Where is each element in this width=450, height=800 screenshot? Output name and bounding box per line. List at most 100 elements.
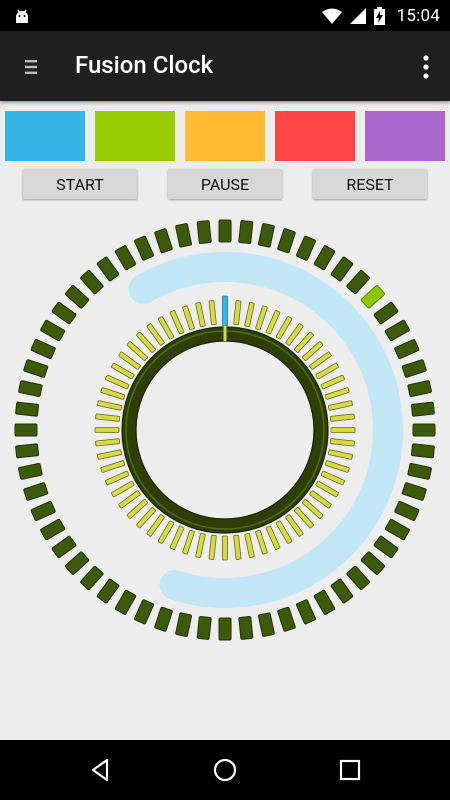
color-swatch-green[interactable]: [95, 111, 175, 161]
outer-tick: [218, 219, 232, 243]
battery-charging-icon: [373, 6, 385, 25]
inner-tick: [111, 480, 135, 498]
outer-tick: [410, 401, 435, 417]
inner-tick: [315, 362, 339, 380]
center-ring: [122, 327, 328, 533]
inner-tick: [195, 302, 206, 328]
inner-tick: [330, 427, 356, 433]
outer-tick: [154, 228, 173, 254]
outer-tick: [114, 245, 137, 271]
color-swatch-red[interactable]: [275, 111, 355, 161]
inner-tick: [94, 427, 120, 433]
inner-tick: [265, 525, 281, 550]
color-swatch-orange[interactable]: [185, 111, 265, 161]
outer-tick: [196, 220, 212, 245]
overflow-menu-icon[interactable]: [416, 53, 436, 81]
outer-tick: [346, 565, 370, 590]
outer-tick: [313, 589, 336, 615]
inner-tick: [208, 300, 217, 326]
inner-tick: [320, 374, 345, 390]
outer-tick: [96, 578, 120, 604]
outer-tick: [295, 235, 316, 261]
outer-tick: [313, 245, 336, 271]
outer-tick: [14, 423, 38, 437]
reset-button[interactable]: RESET: [313, 169, 427, 199]
inner-tick: [208, 534, 217, 560]
inner-tick: [324, 460, 350, 473]
inner-tick: [195, 532, 206, 558]
outer-tick: [401, 482, 427, 501]
inner-tick: [111, 362, 135, 380]
drawer-menu-icon[interactable]: [20, 55, 44, 79]
outer-tick: [175, 223, 193, 248]
inner-tick: [182, 529, 195, 555]
app-bar: Fusion Clock: [0, 31, 450, 101]
inner-tick: [265, 310, 281, 335]
outer-tick: [30, 339, 56, 360]
outer-tick: [394, 500, 420, 521]
home-icon[interactable]: [209, 754, 241, 786]
outer-tick: [360, 551, 385, 575]
inner-tick: [255, 305, 268, 331]
outer-tick: [65, 551, 90, 575]
inner-tick: [100, 387, 126, 400]
inner-tick: [222, 535, 228, 561]
fusion-clock-face: [14, 219, 436, 641]
color-swatch-purple[interactable]: [365, 111, 445, 161]
inner-tick: [327, 400, 353, 411]
center-ring-inner-edge: [135, 340, 315, 520]
outer-tick: [277, 606, 296, 632]
outer-tick: [154, 606, 173, 632]
outer-tick: [23, 482, 49, 501]
inner-tick: [327, 449, 353, 460]
outer-tick: [277, 228, 296, 254]
inner-tick: [324, 387, 350, 400]
inner-tick: [157, 520, 175, 544]
inner-tick: [275, 316, 293, 340]
inner-tick: [105, 470, 130, 486]
inner-tick: [157, 316, 175, 340]
pause-button[interactable]: PAUSE: [168, 169, 282, 199]
outer-tick: [80, 270, 104, 295]
outer-tick: [407, 462, 432, 480]
outer-tick: [15, 443, 40, 459]
color-swatch-blue[interactable]: [5, 111, 85, 161]
outer-tick: [40, 518, 66, 541]
outer-tick: [65, 285, 90, 309]
inner-tick: [255, 529, 268, 555]
outer-tick: [30, 500, 56, 521]
outer-tick: [134, 235, 155, 261]
outer-tick: [80, 565, 104, 590]
outer-tick: [410, 443, 435, 459]
outer-tick: [384, 518, 410, 541]
outer-tick: [40, 319, 66, 342]
start-button[interactable]: START: [23, 169, 137, 199]
center-ring-marker: [223, 326, 227, 341]
outer-tick: [18, 462, 43, 480]
inner-tick: [169, 525, 185, 550]
inner-tick: [233, 534, 242, 560]
outer-tick: [330, 256, 354, 282]
recents-icon[interactable]: [334, 754, 366, 786]
status-time: 15:04: [396, 5, 440, 26]
outer-tick: [96, 256, 120, 282]
inner-tick: [329, 438, 355, 447]
inner-tick: [315, 480, 339, 498]
signal-icon: [349, 7, 366, 24]
outer-tick-active: [360, 285, 385, 309]
status-bar: 15:04: [0, 0, 450, 31]
inner-tick: [320, 470, 345, 486]
inner-tick: [105, 374, 130, 390]
outer-tick: [114, 589, 137, 615]
outer-tick: [384, 319, 410, 342]
outer-tick: [18, 380, 43, 398]
inner-tick: [95, 413, 121, 422]
outer-tick: [295, 599, 316, 625]
outer-tick: [238, 615, 254, 640]
outer-tick: [15, 401, 40, 417]
navigation-bar: [0, 740, 450, 800]
inner-tick: [182, 305, 195, 331]
inner-tick-active: [222, 295, 228, 327]
back-icon[interactable]: [84, 754, 116, 786]
outer-tick: [373, 535, 399, 559]
